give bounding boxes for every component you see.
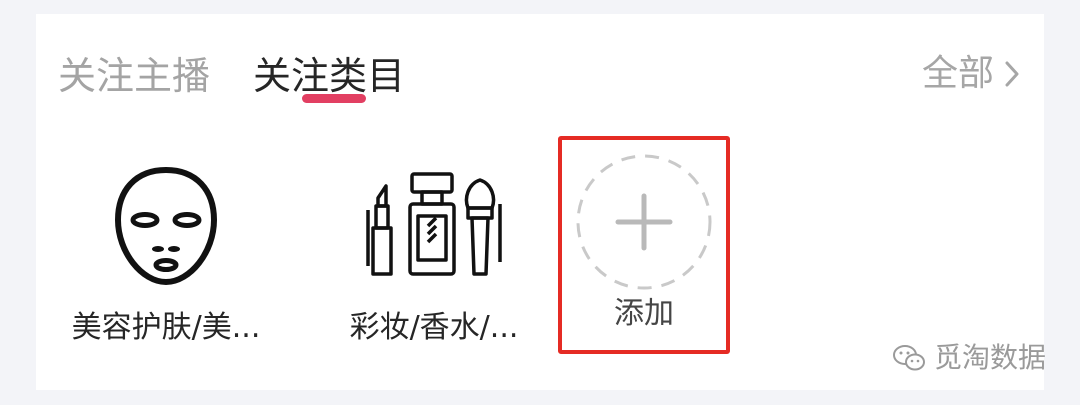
tab-followed-anchors[interactable]: 关注主播 xyxy=(58,50,210,102)
chevron-right-icon xyxy=(1005,61,1019,87)
category-label: 美容护肤/美... xyxy=(71,310,261,345)
add-label: 添加 xyxy=(614,296,674,331)
category-item-skincare[interactable]: 美容护肤/美... xyxy=(54,156,278,366)
followed-panel: 关注主播 关注类目 全部 美容护肤/美... 彩妆/香水/... 添加 xyxy=(36,14,1044,390)
category-label: 彩妆/香水/... xyxy=(349,310,519,345)
watermark: 觅淘数据 xyxy=(892,338,1046,378)
watermark-label: 觅淘数据 xyxy=(933,341,1046,374)
category-item-makeup[interactable]: 彩妆/香水/... xyxy=(322,156,546,366)
add-category-button[interactable]: 添加 xyxy=(558,136,730,354)
view-all-link[interactable]: 全部 xyxy=(922,48,1020,100)
face-mask-icon xyxy=(114,166,218,286)
wechat-icon xyxy=(892,345,925,371)
view-all-label: 全部 xyxy=(921,53,994,94)
plus-icon xyxy=(576,154,712,290)
cosmetics-icon xyxy=(366,172,502,276)
active-tab-indicator xyxy=(302,94,366,103)
